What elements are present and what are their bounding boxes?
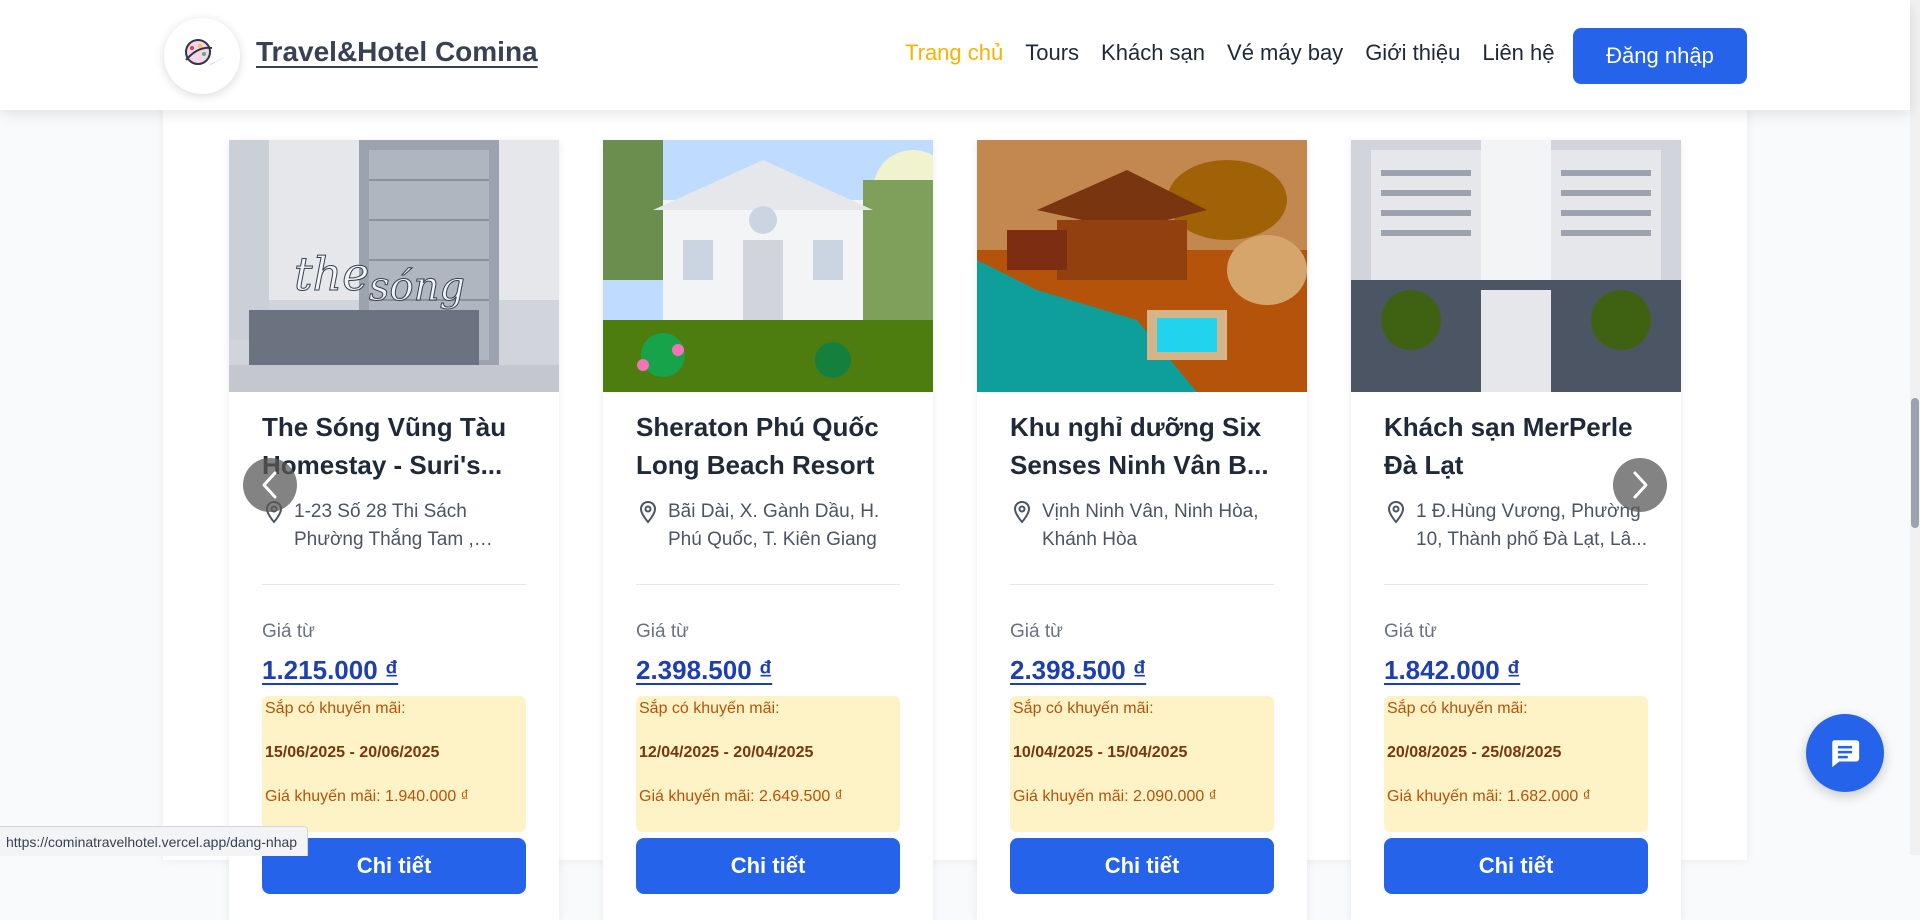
hotel-card[interactable]: Sheraton Phú Quốc Long Beach Resort Bãi …	[603, 140, 933, 920]
chevron-left-icon	[262, 471, 277, 499]
svg-text:sóng: sóng	[369, 264, 465, 310]
logo-icon	[174, 28, 230, 84]
svg-text:the: the	[294, 247, 369, 301]
hotel-title[interactable]: The Sóng Vũng Tàu Homestay - Suri's...	[262, 408, 526, 484]
carousel-prev-button[interactable]	[243, 458, 297, 512]
chevron-right-icon	[1633, 471, 1648, 499]
nav-flights[interactable]: Vé máy bay	[1227, 40, 1343, 66]
promo-title: Sắp có khuyến mãi:	[265, 700, 406, 717]
chat-button[interactable]	[1806, 714, 1884, 792]
login-button[interactable]: Đăng nhập	[1573, 28, 1747, 84]
hotel-price: 2.398.500 ₫	[636, 655, 773, 685]
map-pin-icon	[1387, 500, 1405, 524]
promo-title: Sắp có khuyến mãi:	[639, 700, 780, 717]
hotel-card[interactable]: the sóng The Sóng Vũng Tàu Homestay - Su…	[229, 140, 559, 920]
promo-price: Giá khuyến mãi: 2.090.000 ₫	[1013, 788, 1217, 805]
carousel-next-button[interactable]	[1613, 458, 1667, 512]
hotel-address: Bãi Dài, X. Gành Dầu, H. Phú Quốc, T. Ki…	[636, 498, 900, 554]
divider	[636, 584, 900, 585]
hotel-title[interactable]: Khu nghỉ dưỡng Six Senses Ninh Vân B...	[1010, 408, 1274, 484]
promo-price: Giá khuyến mãi: 2.649.500 ₫	[639, 788, 843, 805]
hotel-price: 1.842.000 ₫	[1384, 655, 1521, 685]
hotel-title[interactable]: Sheraton Phú Quốc Long Beach Resort	[636, 408, 900, 484]
map-pin-icon	[639, 500, 657, 524]
hotel-address-text: Bãi Dài, X. Gành Dầu, H. Phú Quốc, T. Ki…	[668, 501, 880, 550]
price-label: Giá từ	[1010, 621, 1063, 642]
divider	[262, 584, 526, 585]
nav-contact[interactable]: Liên hệ	[1482, 40, 1554, 66]
promo-box: Sắp có khuyến mãi: 10/04/2025 - 15/04/20…	[1010, 696, 1274, 832]
detail-button[interactable]: Chi tiết	[636, 838, 900, 894]
nav-about[interactable]: Giới thiệu	[1365, 40, 1460, 66]
promo-title: Sắp có khuyến mãi:	[1013, 700, 1154, 717]
price-label: Giá từ	[262, 621, 315, 642]
hotel-price: 2.398.500 ₫	[1010, 655, 1147, 685]
chat-icon	[1832, 740, 1860, 768]
nav-home[interactable]: Trang chủ	[905, 40, 1003, 66]
promo-price: Giá khuyến mãi: 1.682.000 ₫	[1387, 788, 1591, 805]
promo-dates: 10/04/2025 - 15/04/2025	[1013, 744, 1188, 761]
hotel-address: 1-23 Số 28 Thi Sách Phường Thắng Tam , V…	[262, 498, 526, 554]
nav-hotels[interactable]: Khách sạn	[1101, 40, 1205, 66]
price-label: Giá từ	[636, 621, 689, 642]
promo-box: Sắp có khuyến mãi: 15/06/2025 - 20/06/20…	[262, 696, 526, 832]
hotel-address: Vịnh Ninh Vân, Ninh Hòa, Khánh Hòa	[1010, 498, 1274, 554]
hotel-title[interactable]: Khách sạn MerPerle Đà Lạt	[1384, 408, 1648, 484]
divider	[1010, 584, 1274, 585]
nav-tours[interactable]: Tours	[1025, 40, 1079, 66]
promo-dates: 15/06/2025 - 20/06/2025	[265, 744, 440, 761]
promo-price: Giá khuyến mãi: 1.940.000 ₫	[265, 788, 469, 805]
hotel-address-text: Vịnh Ninh Vân, Ninh Hòa, Khánh Hòa	[1042, 501, 1259, 550]
map-pin-icon	[1013, 500, 1031, 524]
promo-box: Sắp có khuyến mãi: 20/08/2025 - 25/08/20…	[1384, 696, 1648, 832]
promo-box: Sắp có khuyến mãi: 12/04/2025 - 20/04/20…	[636, 696, 900, 832]
hotel-image[interactable]: the sóng	[229, 140, 559, 392]
hotel-image[interactable]	[1351, 140, 1681, 392]
hotel-card[interactable]: Khách sạn MerPerle Đà Lạt 1 Đ.Hùng Vương…	[1351, 140, 1681, 920]
hotel-image[interactable]	[977, 140, 1307, 392]
promo-title: Sắp có khuyến mãi:	[1387, 700, 1528, 717]
main-nav: Trang chủ Tours Khách sạn Vé máy bay Giớ…	[905, 40, 1555, 66]
hotel-address-text: 1-23 Số 28 Thi Sách Phường Thắng Tam , V…	[294, 501, 474, 550]
brand-name[interactable]: Travel&Hotel Comina	[256, 36, 538, 68]
detail-button[interactable]: Chi tiết	[1010, 838, 1274, 894]
hotel-address-text: 1 Đ.Hùng Vương, Phường 10, Thành phố Đà …	[1416, 501, 1647, 550]
hotel-carousel-panel: the sóng The Sóng Vũng Tàu Homestay - Su…	[163, 60, 1747, 920]
logo[interactable]	[164, 18, 240, 94]
page-scrollbar-thumb[interactable]	[1911, 398, 1919, 528]
promo-dates: 20/08/2025 - 25/08/2025	[1387, 744, 1562, 761]
divider	[1384, 584, 1648, 585]
hotel-card[interactable]: Khu nghỉ dưỡng Six Senses Ninh Vân B... …	[977, 140, 1307, 920]
hotel-price: 1.215.000 ₫	[262, 655, 399, 685]
price-label: Giá từ	[1384, 621, 1437, 642]
detail-button[interactable]: Chi tiết	[1384, 838, 1648, 894]
status-bar-url: https://cominatravelhotel.vercel.app/dan…	[0, 826, 309, 856]
hotel-image[interactable]	[603, 140, 933, 392]
site-header: Travel&Hotel Comina Trang chủ Tours Khác…	[0, 0, 1910, 110]
hotel-address: 1 Đ.Hùng Vương, Phường 10, Thành phố Đà …	[1384, 498, 1648, 554]
promo-dates: 12/04/2025 - 20/04/2025	[639, 744, 814, 761]
